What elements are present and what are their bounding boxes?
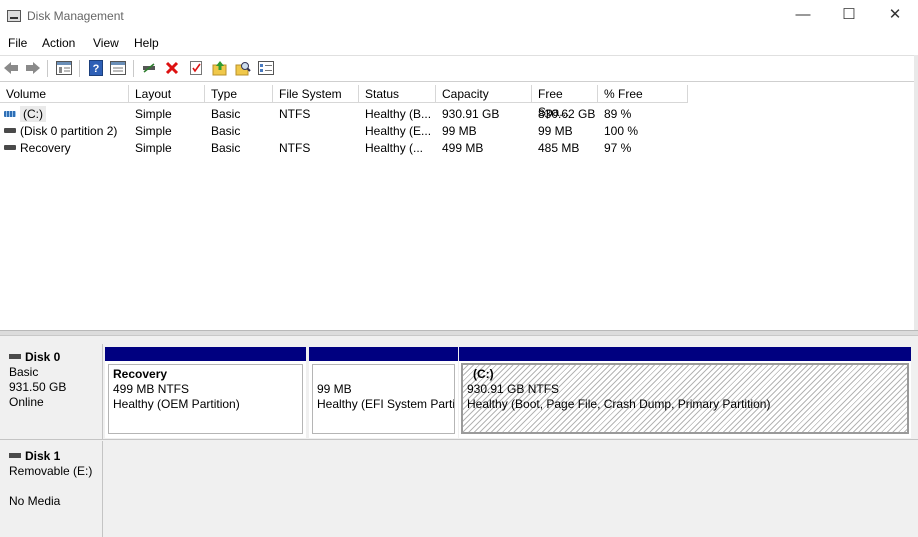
disk-type: Removable (E:) xyxy=(9,464,93,478)
partition-label: (C:) xyxy=(473,367,494,381)
column-header-layout[interactable]: Layout xyxy=(129,85,205,103)
partition-label xyxy=(317,367,450,382)
toolbar-separator xyxy=(133,60,134,77)
menu-bar: File Action View Help xyxy=(0,32,918,54)
console-tree-icon[interactable] xyxy=(56,60,72,76)
partition-body: 99 MB Healthy (EFI System Partit xyxy=(312,364,455,434)
column-header-type[interactable]: Type xyxy=(205,85,273,103)
disk-type: Basic xyxy=(9,365,39,379)
disk-name: Disk 1 xyxy=(25,449,61,463)
volume-icon xyxy=(4,145,16,150)
up-folder-icon[interactable] xyxy=(212,60,228,76)
disk-separator xyxy=(0,439,918,440)
forward-arrow-icon[interactable] xyxy=(25,60,41,76)
volume-icon xyxy=(4,111,16,117)
menu-action[interactable]: Action xyxy=(42,36,75,50)
partition-header-bar xyxy=(309,347,458,361)
volume-name: Recovery xyxy=(20,141,71,155)
properties-icon[interactable] xyxy=(188,60,204,76)
status-cell: Healthy (E... xyxy=(365,124,432,138)
type-cell: Basic xyxy=(211,107,241,121)
column-header-capacity[interactable]: Capacity xyxy=(436,85,532,103)
partition-size: 930.91 GB NTFS xyxy=(467,382,560,396)
volume-list[interactable]: Volume Layout Type File System Status Ca… xyxy=(0,85,914,330)
percent-free-cell: 97 % xyxy=(604,141,632,155)
list-view-icon[interactable] xyxy=(258,60,274,76)
partition-status: Healthy (EFI System Partit xyxy=(317,397,455,411)
connect-icon[interactable] xyxy=(141,60,157,76)
disk-management-icon xyxy=(7,10,21,22)
disk-icon xyxy=(9,354,21,359)
file-system-cell: NTFS xyxy=(279,141,311,155)
free-space-cell: 99 MB xyxy=(538,124,573,138)
volume-name: (C:) xyxy=(20,106,46,122)
status-cell: Healthy (B... xyxy=(365,107,432,121)
volume-name: (Disk 0 partition 2) xyxy=(20,124,118,138)
partition-size: 499 MB NTFS xyxy=(113,382,190,396)
layout-cell: Simple xyxy=(135,107,172,121)
menu-file[interactable]: File xyxy=(8,36,27,50)
help-icon[interactable]: ? xyxy=(88,60,104,76)
column-header-percent-free[interactable]: % Free xyxy=(598,85,688,103)
disk-icon xyxy=(9,453,21,458)
window-title: Disk Management xyxy=(27,9,124,23)
type-cell: Basic xyxy=(211,141,241,155)
details-pane-icon[interactable] xyxy=(110,60,126,76)
close-button[interactable]: ✕ xyxy=(872,0,918,32)
partition-body: Recovery 499 MB NTFS Healthy (OEM Partit… xyxy=(108,364,303,434)
capacity-cell: 930.91 GB xyxy=(442,107,500,121)
free-space-cell: 830.62 GB xyxy=(538,107,596,121)
status-cell: Healthy (... xyxy=(365,141,424,155)
partition-header-bar xyxy=(105,347,306,361)
column-header-file-system[interactable]: File System xyxy=(273,85,359,103)
partition-recovery[interactable]: Recovery 499 MB NTFS Healthy (OEM Partit… xyxy=(105,347,306,438)
disk-1-label[interactable]: Disk 1 Removable (E:) No Media xyxy=(1,441,103,537)
find-icon[interactable] xyxy=(235,60,251,76)
volume-icon xyxy=(4,128,16,133)
disk-media: No Media xyxy=(9,494,61,508)
svg-text:?: ? xyxy=(93,63,100,75)
partition-label: Recovery xyxy=(113,367,168,381)
capacity-cell: 499 MB xyxy=(442,141,484,155)
menu-view[interactable]: View xyxy=(93,36,119,50)
partition-body: (C:) 930.91 GB NTFS Healthy (Boot, Page … xyxy=(461,363,909,434)
toolbar-separator xyxy=(47,60,48,77)
minimize-button[interactable]: — xyxy=(780,0,826,32)
disk-name: Disk 0 xyxy=(25,350,61,364)
menu-help[interactable]: Help xyxy=(134,36,159,50)
type-cell: Basic xyxy=(211,124,241,138)
partition-efi[interactable]: 99 MB Healthy (EFI System Partit xyxy=(309,347,458,438)
free-space-cell: 485 MB xyxy=(538,141,580,155)
back-arrow-icon[interactable] xyxy=(3,60,19,76)
disk-size: 931.50 GB xyxy=(9,380,67,394)
capacity-cell: 99 MB xyxy=(442,124,477,138)
title-bar: Disk Management — ☐ ✕ xyxy=(0,0,918,32)
percent-free-cell: 89 % xyxy=(604,107,632,121)
partition-size: 99 MB xyxy=(317,382,352,396)
partition-header-bar xyxy=(459,347,911,361)
column-header-volume[interactable]: Volume xyxy=(0,85,129,103)
delete-icon[interactable] xyxy=(164,60,180,76)
disk-0-label[interactable]: Disk 0 Basic 931.50 GB Online xyxy=(1,344,103,439)
percent-free-cell: 100 % xyxy=(604,124,639,138)
maximize-button[interactable]: ☐ xyxy=(826,0,872,32)
layout-cell: Simple xyxy=(135,124,172,138)
toolbar: ? xyxy=(0,55,918,82)
column-header-status[interactable]: Status xyxy=(359,85,436,103)
disk-state: Online xyxy=(9,395,44,409)
column-header-free-space[interactable]: Free Spa... xyxy=(532,85,598,119)
partition-status: Healthy (OEM Partition) xyxy=(113,397,240,411)
layout-cell: Simple xyxy=(135,141,172,155)
toolbar-separator xyxy=(79,60,80,77)
partition-status: Healthy (Boot, Page File, Crash Dump, Pr… xyxy=(467,397,771,411)
partition-c[interactable]: (C:) 930.91 GB NTFS Healthy (Boot, Page … xyxy=(459,347,911,438)
file-system-cell: NTFS xyxy=(279,107,311,121)
